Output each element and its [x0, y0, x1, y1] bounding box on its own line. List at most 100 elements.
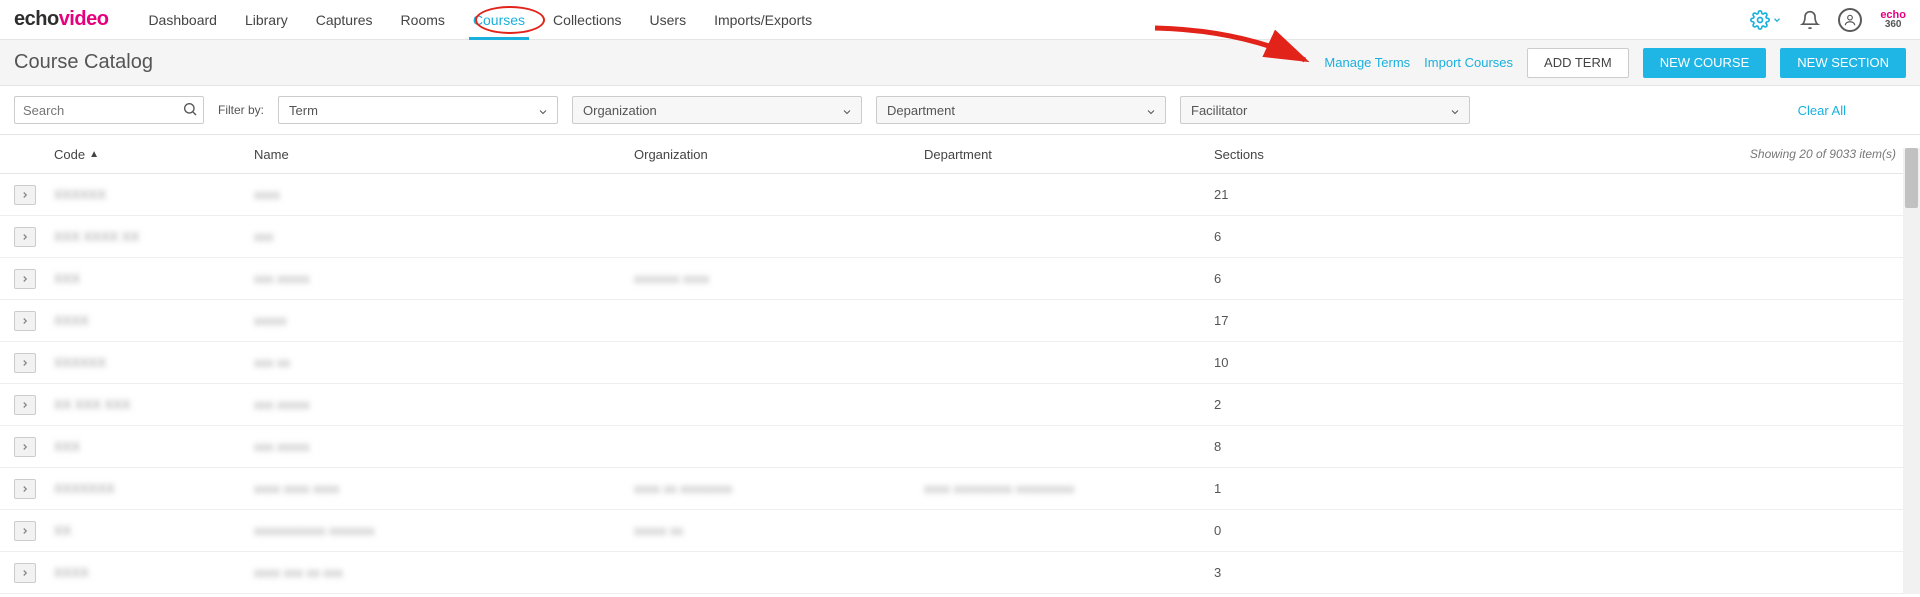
gear-icon — [1750, 10, 1770, 30]
cell-sections: 1 — [1214, 481, 1374, 496]
cell-sections: 0 — [1214, 523, 1374, 538]
col-header-code[interactable]: Code ▲ — [54, 147, 254, 162]
table-row: XX xxxxxxxxxxx xxxxxxx xxxxx xx 0 — [0, 510, 1920, 552]
expand-row-button[interactable] — [14, 521, 36, 541]
cell-name: xxx xxxxx — [254, 271, 310, 286]
settings-menu[interactable] — [1750, 10, 1782, 30]
clear-all-link[interactable]: Clear All — [1798, 103, 1906, 118]
nav-courses[interactable]: Courses — [459, 0, 539, 40]
cell-code: XXXXXXX — [54, 481, 115, 496]
organization-select[interactable]: Organization — [572, 96, 862, 124]
top-right-controls: echo 360 — [1750, 8, 1906, 32]
organization-select-label: Organization — [583, 103, 657, 118]
expand-row-button[interactable] — [14, 563, 36, 583]
chevron-down-icon — [841, 106, 853, 118]
cell-sections: 3 — [1214, 565, 1374, 580]
cell-name: xxxxxxxxxxx xxxxxxx — [254, 523, 375, 538]
user-icon — [1843, 13, 1857, 27]
new-section-button[interactable]: NEW SECTION — [1780, 48, 1906, 78]
expand-row-button[interactable] — [14, 269, 36, 289]
expand-row-button[interactable] — [14, 353, 36, 373]
table-row: XXXxxx xxxxx8 — [0, 426, 1920, 468]
cell-code: XXXX — [54, 565, 89, 580]
cell-sections: 21 — [1214, 187, 1374, 202]
col-header-name[interactable]: Name — [254, 147, 634, 162]
cell-code: XXX XXXX XX — [54, 229, 139, 244]
table-row: XXX xxx xxxxx xxxxxxx xxxx 6 — [0, 258, 1920, 300]
col-header-organization[interactable]: Organization — [634, 147, 924, 162]
brand-badge[interactable]: echo 360 — [1880, 10, 1906, 30]
logo-part1: echo — [14, 8, 59, 30]
scrollbar-thumb[interactable] — [1905, 148, 1918, 208]
filter-row: Filter by: Term Organization Department … — [0, 86, 1920, 134]
department-select[interactable]: Department — [876, 96, 1166, 124]
table-row: XXXXXXxxxx21 — [0, 174, 1920, 216]
cell-name: xxxx xxxx xxxx — [254, 481, 339, 496]
cell-code: XXXX — [54, 313, 89, 328]
sort-asc-icon: ▲ — [89, 149, 99, 160]
expand-row-button[interactable] — [14, 185, 36, 205]
facilitator-select[interactable]: Facilitator — [1180, 96, 1470, 124]
nav-users[interactable]: Users — [636, 0, 701, 40]
expand-row-button[interactable] — [14, 395, 36, 415]
cell-name: xxx — [254, 229, 274, 244]
cell-sections: 2 — [1214, 397, 1374, 412]
import-courses-link[interactable]: Import Courses — [1424, 55, 1513, 70]
cell-code: XXXXXX — [54, 187, 106, 202]
nav-dashboard[interactable]: Dashboard — [134, 0, 231, 40]
table-header: Code ▲ Name Organization Department Sect… — [0, 134, 1920, 174]
term-select[interactable]: Term — [278, 96, 558, 124]
cell-code: XX — [54, 523, 71, 538]
cell-organization: xxxxx xx — [634, 523, 683, 538]
scrollbar[interactable] — [1903, 148, 1920, 594]
search-input[interactable] — [14, 96, 204, 124]
table-row: XXXXxxxx xxx xx xxx3 — [0, 552, 1920, 594]
cell-code: XXX — [54, 271, 80, 286]
facilitator-select-label: Facilitator — [1191, 103, 1247, 118]
logo-part2: video — [59, 8, 109, 30]
cell-sections: 6 — [1214, 271, 1374, 286]
nav-imports-exports[interactable]: Imports/Exports — [700, 0, 826, 40]
page-title: Course Catalog — [14, 51, 153, 74]
user-avatar[interactable] — [1838, 8, 1862, 32]
expand-row-button[interactable] — [14, 227, 36, 247]
add-term-button[interactable]: ADD TERM — [1527, 48, 1629, 78]
filter-by-label: Filter by: — [218, 103, 264, 117]
logo[interactable]: echovideo — [14, 8, 108, 31]
expand-row-button[interactable] — [14, 437, 36, 457]
expand-row-button[interactable] — [14, 479, 36, 499]
main-nav: Dashboard Library Captures Rooms Courses… — [134, 0, 826, 40]
cell-name: xxx xxxxx — [254, 439, 310, 454]
chevron-down-icon — [1449, 106, 1461, 118]
term-select-label: Term — [289, 103, 318, 118]
cell-department: xxxx xxxxxxxxx xxxxxxxxx — [924, 481, 1074, 496]
cell-name: xxx xx — [254, 355, 290, 370]
cell-code: XXXXXX — [54, 355, 106, 370]
manage-terms-link[interactable]: Manage Terms — [1324, 55, 1410, 70]
cell-organization: xxxxxxx xxxx — [634, 271, 709, 286]
cell-name: xxxxx — [254, 313, 287, 328]
course-table: Code ▲ Name Organization Department Sect… — [0, 134, 1920, 594]
table-row: XXXXXXxxx xx10 — [0, 342, 1920, 384]
col-header-department[interactable]: Department — [924, 147, 1214, 162]
table-row: XX XXX XXXxxx xxxxx2 — [0, 384, 1920, 426]
cell-sections: 8 — [1214, 439, 1374, 454]
new-course-button[interactable]: NEW COURSE — [1643, 48, 1767, 78]
nav-collections[interactable]: Collections — [539, 0, 635, 40]
cell-code: XX XXX XXX — [54, 397, 131, 412]
result-count: Showing 20 of 9033 item(s) — [1750, 147, 1896, 161]
bell-icon[interactable] — [1800, 10, 1820, 30]
nav-library[interactable]: Library — [231, 0, 302, 40]
nav-captures[interactable]: Captures — [302, 0, 387, 40]
col-header-sections[interactable]: Sections — [1214, 147, 1374, 162]
nav-rooms[interactable]: Rooms — [387, 0, 459, 40]
search-icon[interactable] — [182, 101, 198, 117]
top-nav: echovideo Dashboard Library Captures Roo… — [0, 0, 1920, 40]
cell-sections: 6 — [1214, 229, 1374, 244]
chevron-down-icon — [1145, 106, 1157, 118]
brand-badge-line2: 360 — [1880, 20, 1906, 30]
sub-header: Course Catalog Manage Terms Import Cours… — [0, 40, 1920, 86]
cell-sections: 17 — [1214, 313, 1374, 328]
expand-row-button[interactable] — [14, 311, 36, 331]
search-box — [14, 96, 204, 124]
